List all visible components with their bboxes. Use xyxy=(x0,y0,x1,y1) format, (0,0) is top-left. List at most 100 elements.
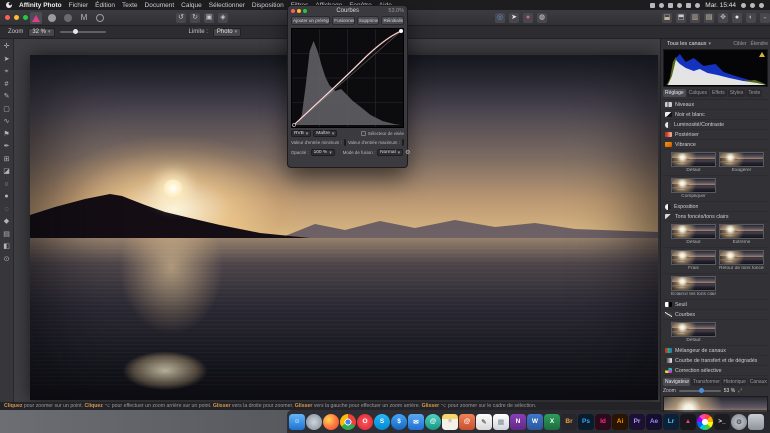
tab-texte[interactable]: Texte xyxy=(746,89,762,97)
dock-system-preferences[interactable]: ⚙ xyxy=(731,414,747,430)
dock-at-app[interactable]: @ xyxy=(425,414,441,430)
adjustment-noir-et-blanc[interactable]: Noir et blanc xyxy=(663,110,768,120)
color-picker-tool[interactable]: ⌖ xyxy=(1,67,12,77)
limit-dropdown[interactable]: Photo▾ xyxy=(213,28,241,37)
adjustment-courbe-de-transfert-et-de-d-grad-s[interactable]: Courbe de transfert et de dégradés xyxy=(663,356,768,366)
lasso-tool[interactable]: ∿ xyxy=(1,117,12,127)
dock-after-effects[interactable]: Ae xyxy=(646,414,662,430)
dock-launchpad[interactable] xyxy=(306,414,322,430)
dialog-close-button[interactable] xyxy=(291,9,295,13)
dock-opera[interactable]: O xyxy=(357,414,373,430)
adjustment-vibrance[interactable]: Vibrance xyxy=(663,140,768,150)
input-min-field[interactable] xyxy=(344,139,346,146)
window-close-button[interactable] xyxy=(5,15,10,20)
gamut-icon[interactable]: ◐ xyxy=(746,13,756,23)
menu-édition[interactable]: Édition xyxy=(95,2,115,9)
input-max-field[interactable] xyxy=(402,139,404,146)
dock-bridge[interactable]: Br xyxy=(561,414,577,430)
histogram-option-étendre[interactable]: Étendre xyxy=(750,41,768,47)
curves-dialog-titlebar[interactable]: Courbes 53.0% xyxy=(288,6,407,15)
adjustment-correction-s-lective[interactable]: Correction sélective xyxy=(663,366,768,376)
dock-excel[interactable]: X xyxy=(544,414,560,430)
channel-dropdown[interactable]: RVB▾ xyxy=(291,130,311,137)
tab-calques[interactable]: Calques xyxy=(687,89,709,97)
menu-disposition[interactable]: Disposition xyxy=(252,2,284,9)
adjustment-preset-d-faut[interactable]: Défaut xyxy=(671,322,716,343)
dialog-button-ajouter-un-pr-r-glage[interactable]: Ajouter un préréglage xyxy=(291,16,330,25)
dialog-button-fusionner[interactable]: Fusionner xyxy=(332,16,355,25)
flood-select-tool[interactable]: ⚑ xyxy=(1,130,12,140)
move-tool[interactable]: ➤ xyxy=(1,55,12,65)
order-icon[interactable]: ▥ xyxy=(690,13,700,23)
tab-transformer[interactable]: Transformer xyxy=(691,378,721,386)
clone-tool[interactable]: ⊞ xyxy=(1,155,12,165)
undo-icon[interactable]: ↺ xyxy=(176,13,186,23)
dock-indesign[interactable]: Id xyxy=(595,414,611,430)
dock-lightroom[interactable]: Lr xyxy=(663,414,679,430)
adjustment-preset-d-faut[interactable]: Défaut xyxy=(671,152,716,173)
histogram-option-cibler[interactable]: Cibler xyxy=(733,41,746,47)
bluetooth-icon[interactable] xyxy=(650,3,655,8)
adjustment-courbes[interactable]: Courbes xyxy=(663,310,768,320)
tone-mapping-persona-icon[interactable]: M xyxy=(78,12,90,24)
dock-textedit[interactable]: ✎ xyxy=(476,414,492,430)
dock-photos-app[interactable] xyxy=(697,414,713,430)
transform-icon[interactable]: ▤ xyxy=(704,13,714,23)
channels-dropdown[interactable]: Tous les canaux▾ xyxy=(663,39,715,48)
menu-texte[interactable]: Texte xyxy=(122,2,138,9)
dialog-button-r-initialiser[interactable]: Réinitialiser xyxy=(381,16,404,25)
gear-icon[interactable]: ⚙ xyxy=(405,149,410,156)
assistant-icon[interactable]: ◈ xyxy=(218,13,228,23)
adjustment-preset-d-faut[interactable]: Défaut xyxy=(671,224,716,245)
paint-brush-tool[interactable]: ✒ xyxy=(1,142,12,152)
window-minimize-button[interactable] xyxy=(14,15,19,20)
menu-calque[interactable]: Calque xyxy=(181,2,202,9)
adjustment-preset--claircir-les-tons-clairs[interactable]: Éclaircir les tons clairs xyxy=(671,276,716,297)
eraser-tool[interactable]: ◪ xyxy=(1,167,12,177)
adjustment-seuil[interactable]: Seuil xyxy=(663,300,768,310)
view-tool[interactable]: ✛ xyxy=(1,42,12,52)
dock-terminal[interactable]: >_ xyxy=(714,414,730,430)
gradient-tool[interactable]: ▤ xyxy=(1,230,12,240)
tab-canaux[interactable]: Canaux xyxy=(748,378,768,386)
photo-persona-icon[interactable] xyxy=(30,12,42,24)
histogram-canvas[interactable] xyxy=(663,49,768,87)
dock-blue-store-app[interactable]: $ xyxy=(391,414,407,430)
menu-sélectionner[interactable]: Sélectionner xyxy=(209,2,245,9)
brush-color-icon[interactable]: ● xyxy=(523,13,533,23)
adjustment-preset-extr-me[interactable]: Extrême xyxy=(719,224,764,245)
tab-styles[interactable]: Styles xyxy=(728,89,746,97)
menu-clock[interactable]: Mar. 15:44 xyxy=(705,2,736,9)
adjustment-exposition[interactable]: Exposition xyxy=(663,202,768,212)
snapshot-icon[interactable]: ▣ xyxy=(204,13,214,23)
crop-tool[interactable]: # xyxy=(1,80,12,90)
dialog-zoom-button[interactable] xyxy=(303,9,307,13)
control-center-icon[interactable] xyxy=(759,3,764,8)
redo-icon[interactable]: ↻ xyxy=(190,13,200,23)
menu-fichier[interactable]: Fichier xyxy=(69,2,89,9)
adjustment-luminosit-contraste[interactable]: Luminosité/Contraste xyxy=(663,120,768,130)
tab-r-glage[interactable]: Réglage xyxy=(663,89,686,97)
blend-mode-dropdown[interactable]: Normal▾ xyxy=(377,149,403,156)
zoom-percent-dropdown[interactable]: 32 %▾ xyxy=(28,28,54,37)
dock-affinity-photo-dock[interactable]: ▲ xyxy=(680,414,696,430)
navigator-zoom-slider[interactable] xyxy=(679,390,721,392)
dock-trash[interactable] xyxy=(748,414,764,430)
adjustment-post-riser[interactable]: Postériser xyxy=(663,130,768,140)
zoom-slider[interactable] xyxy=(60,31,106,33)
adjustment-m-langeur-de-canaux[interactable]: Mélangeur de canaux xyxy=(663,346,768,356)
menu-document[interactable]: Document xyxy=(145,2,175,9)
adjustment-niveaux[interactable]: Niveaux xyxy=(663,100,768,110)
tab-historique[interactable]: Historique xyxy=(721,378,746,386)
color-wheel-icon[interactable]: ● xyxy=(732,13,742,23)
blur-tool[interactable]: ◌ xyxy=(1,205,12,215)
printer-icon[interactable] xyxy=(668,3,673,8)
wifi-icon[interactable] xyxy=(686,3,691,8)
dialog-button-supprimer[interactable]: Supprimer xyxy=(357,16,380,25)
export-persona-icon[interactable] xyxy=(94,12,106,24)
adjustment-preset-exag-rer[interactable]: Exagérer xyxy=(719,152,764,173)
dock-document-app[interactable]: ▤ xyxy=(493,414,509,430)
fill-tool[interactable]: ◧ xyxy=(1,242,12,252)
hand-icon[interactable]: ✥ xyxy=(718,13,728,23)
adjustment-preset-frais[interactable]: Frais xyxy=(671,250,716,271)
